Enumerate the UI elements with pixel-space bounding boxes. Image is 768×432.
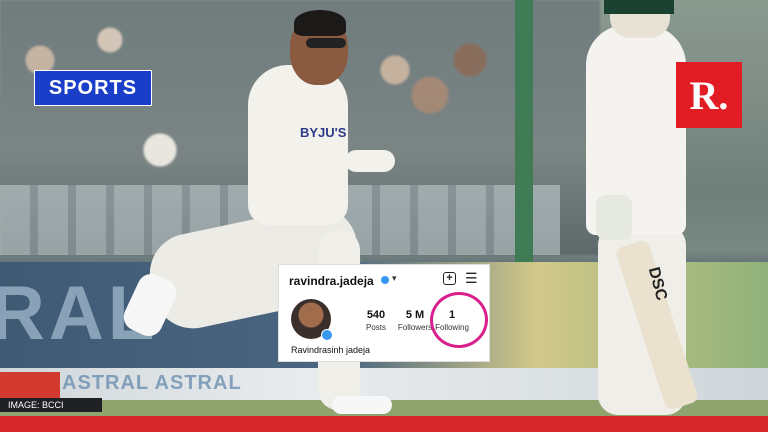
player-hair — [294, 10, 346, 36]
batting-glove — [596, 195, 632, 240]
stadium-pole — [515, 0, 533, 262]
add-story-icon — [321, 329, 333, 341]
chevron-down-icon: ▾ — [392, 273, 397, 283]
posts-count: 540 — [366, 309, 386, 321]
followers-label: Followers — [397, 323, 433, 332]
bottom-bar — [0, 416, 768, 432]
ad-text: ASTRAL ASTRAL — [62, 372, 242, 394]
sports-category-badge: SPORTS — [34, 70, 152, 106]
profile-name: Ravindrasinh jadeja — [291, 345, 371, 355]
player-shoe — [332, 396, 392, 414]
republic-logo: R. — [676, 62, 742, 128]
ad-red-block — [0, 372, 60, 398]
posts-stat: 540 Posts — [361, 309, 391, 332]
instagram-handle: ravindra.jadeja — [289, 274, 374, 288]
photo-background: RAL ASTRAL ASTRAL BYJU'S DSC — [0, 0, 768, 432]
sunglasses — [306, 38, 346, 48]
image-credit: IMAGE: BCCI — [0, 398, 102, 412]
batsman-helmet — [604, 0, 674, 14]
menu-icon: ☰ — [465, 270, 478, 286]
plus-icon: + — [443, 272, 456, 285]
posts-label: Posts — [365, 323, 386, 332]
jersey-sponsor: BYJU'S — [300, 125, 347, 140]
player-body — [248, 65, 348, 225]
verified-badge-icon — [381, 276, 389, 284]
player-arm — [345, 150, 395, 172]
